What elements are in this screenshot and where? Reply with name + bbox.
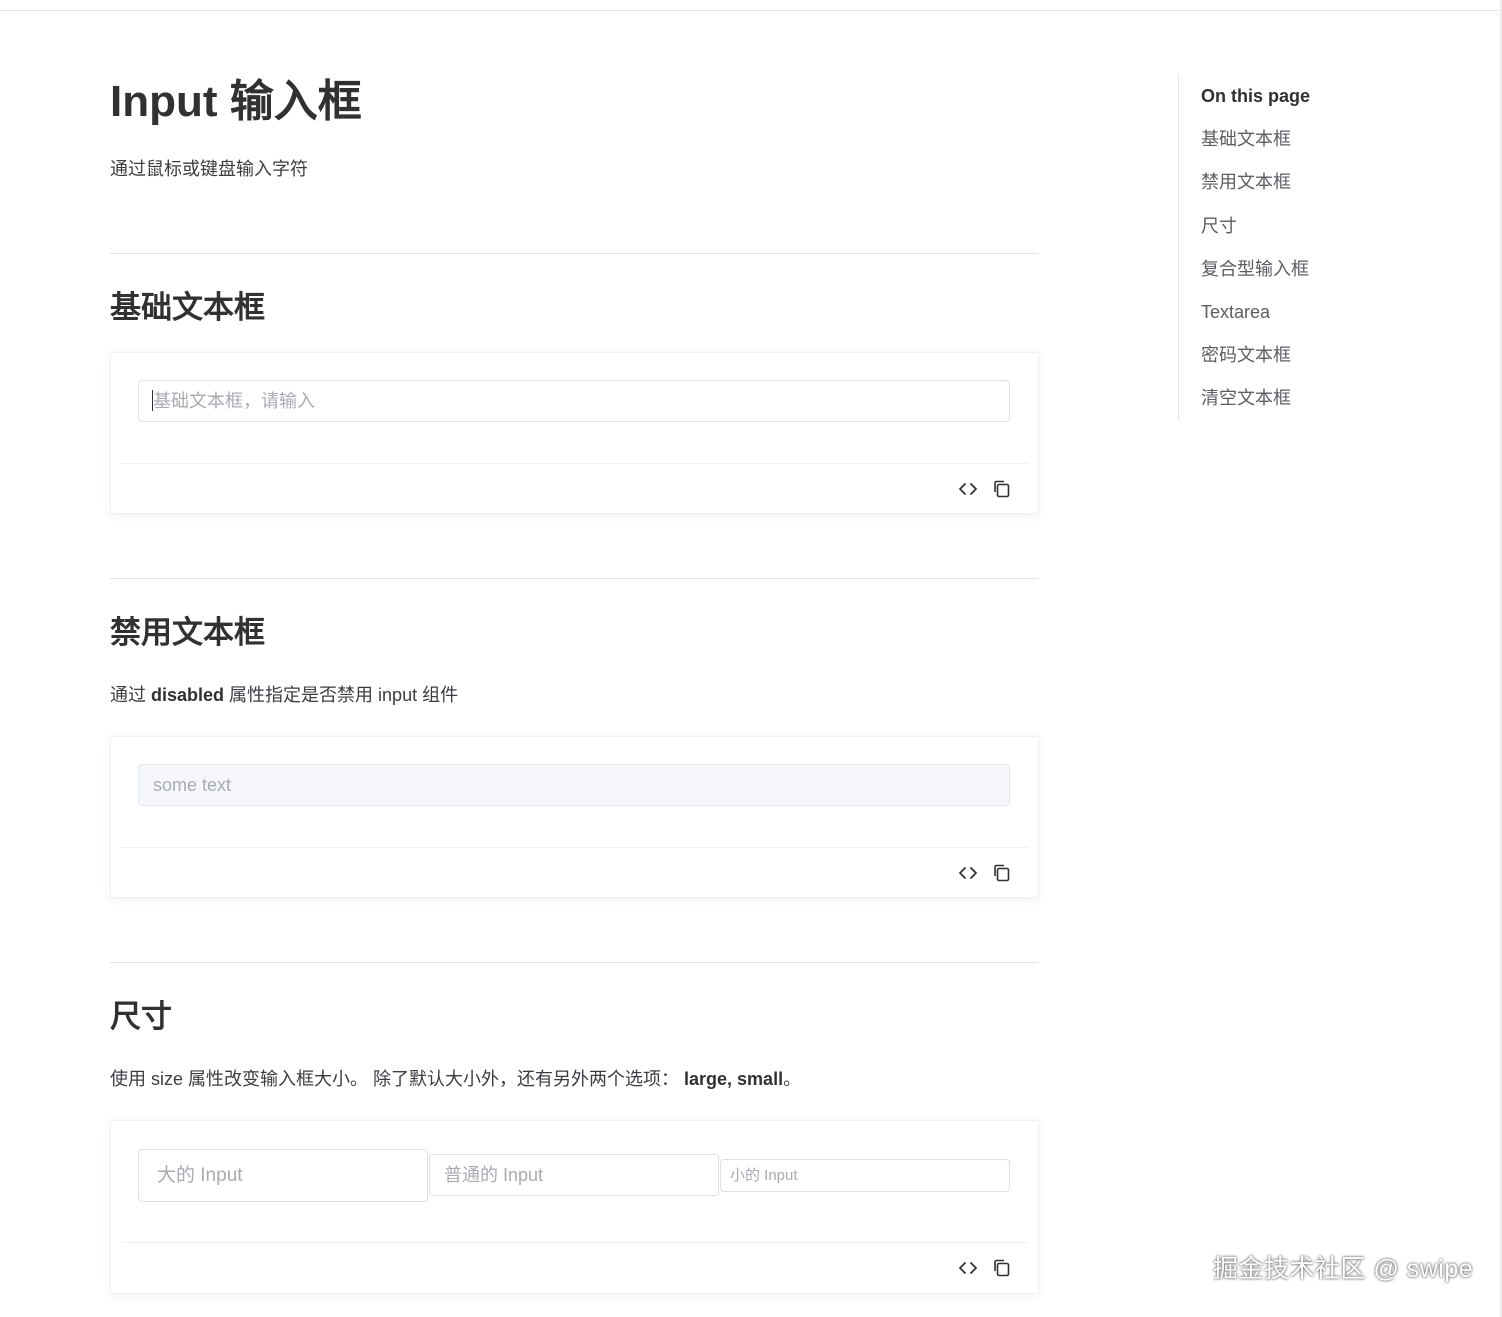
- table-of-contents: On this page 基础文本框 禁用文本框 尺寸 复合型输入框 Texta…: [1178, 74, 1379, 420]
- demo-separator: [121, 847, 1028, 848]
- default-input[interactable]: [429, 1154, 719, 1196]
- code-icon[interactable]: [958, 1258, 978, 1278]
- page-title: Input 输入框: [110, 77, 362, 126]
- text-caret: [152, 390, 153, 411]
- demo-toolbar: [958, 863, 1012, 883]
- toc-item-textarea[interactable]: Textarea: [1201, 300, 1270, 324]
- small-input[interactable]: [720, 1159, 1010, 1192]
- large-input[interactable]: [138, 1149, 428, 1202]
- demo-separator: [121, 463, 1028, 464]
- basic-input[interactable]: [138, 380, 1010, 422]
- top-rule: [0, 10, 1502, 11]
- toc-item-size[interactable]: 尺寸: [1201, 214, 1237, 238]
- toc-item-password[interactable]: 密码文本框: [1201, 343, 1291, 367]
- code-icon[interactable]: [958, 479, 978, 499]
- demo-separator: [121, 1242, 1028, 1243]
- section-title-size: 尺寸: [110, 999, 172, 1034]
- section-title-disabled: 禁用文本框: [110, 615, 265, 650]
- toc-item-basic[interactable]: 基础文本框: [1201, 127, 1291, 151]
- disabled-input: [138, 764, 1010, 806]
- copy-icon[interactable]: [992, 1258, 1012, 1278]
- toc-title: On this page: [1201, 86, 1311, 106]
- copy-icon[interactable]: [992, 479, 1012, 499]
- section-title-basic: 基础文本框: [110, 290, 265, 325]
- demo-block-size: [110, 1120, 1039, 1294]
- code-icon[interactable]: [958, 863, 978, 883]
- demo-block-basic: [110, 352, 1039, 514]
- divider: [110, 253, 1038, 254]
- copy-icon[interactable]: [992, 863, 1012, 883]
- section-description-disabled: 通过 disabled 属性指定是否禁用 input 组件: [110, 685, 459, 705]
- demo-toolbar: [958, 479, 1012, 499]
- toc-item-composite[interactable]: 复合型输入框: [1201, 257, 1309, 281]
- divider: [110, 962, 1038, 963]
- demo-toolbar: [958, 1258, 1012, 1278]
- section-description-size: 使用 size 属性改变输入框大小。 除了默认大小外，还有另外两个选项： lar…: [110, 1069, 802, 1089]
- watermark: 掘金技术社区 @ swipe: [1213, 1255, 1474, 1283]
- toc-item-disabled[interactable]: 禁用文本框: [1201, 170, 1291, 194]
- toc-item-clearable[interactable]: 清空文本框: [1201, 386, 1291, 410]
- divider: [110, 578, 1038, 579]
- page-description: 通过鼠标或键盘输入字符: [110, 159, 308, 179]
- demo-block-disabled: [110, 736, 1039, 898]
